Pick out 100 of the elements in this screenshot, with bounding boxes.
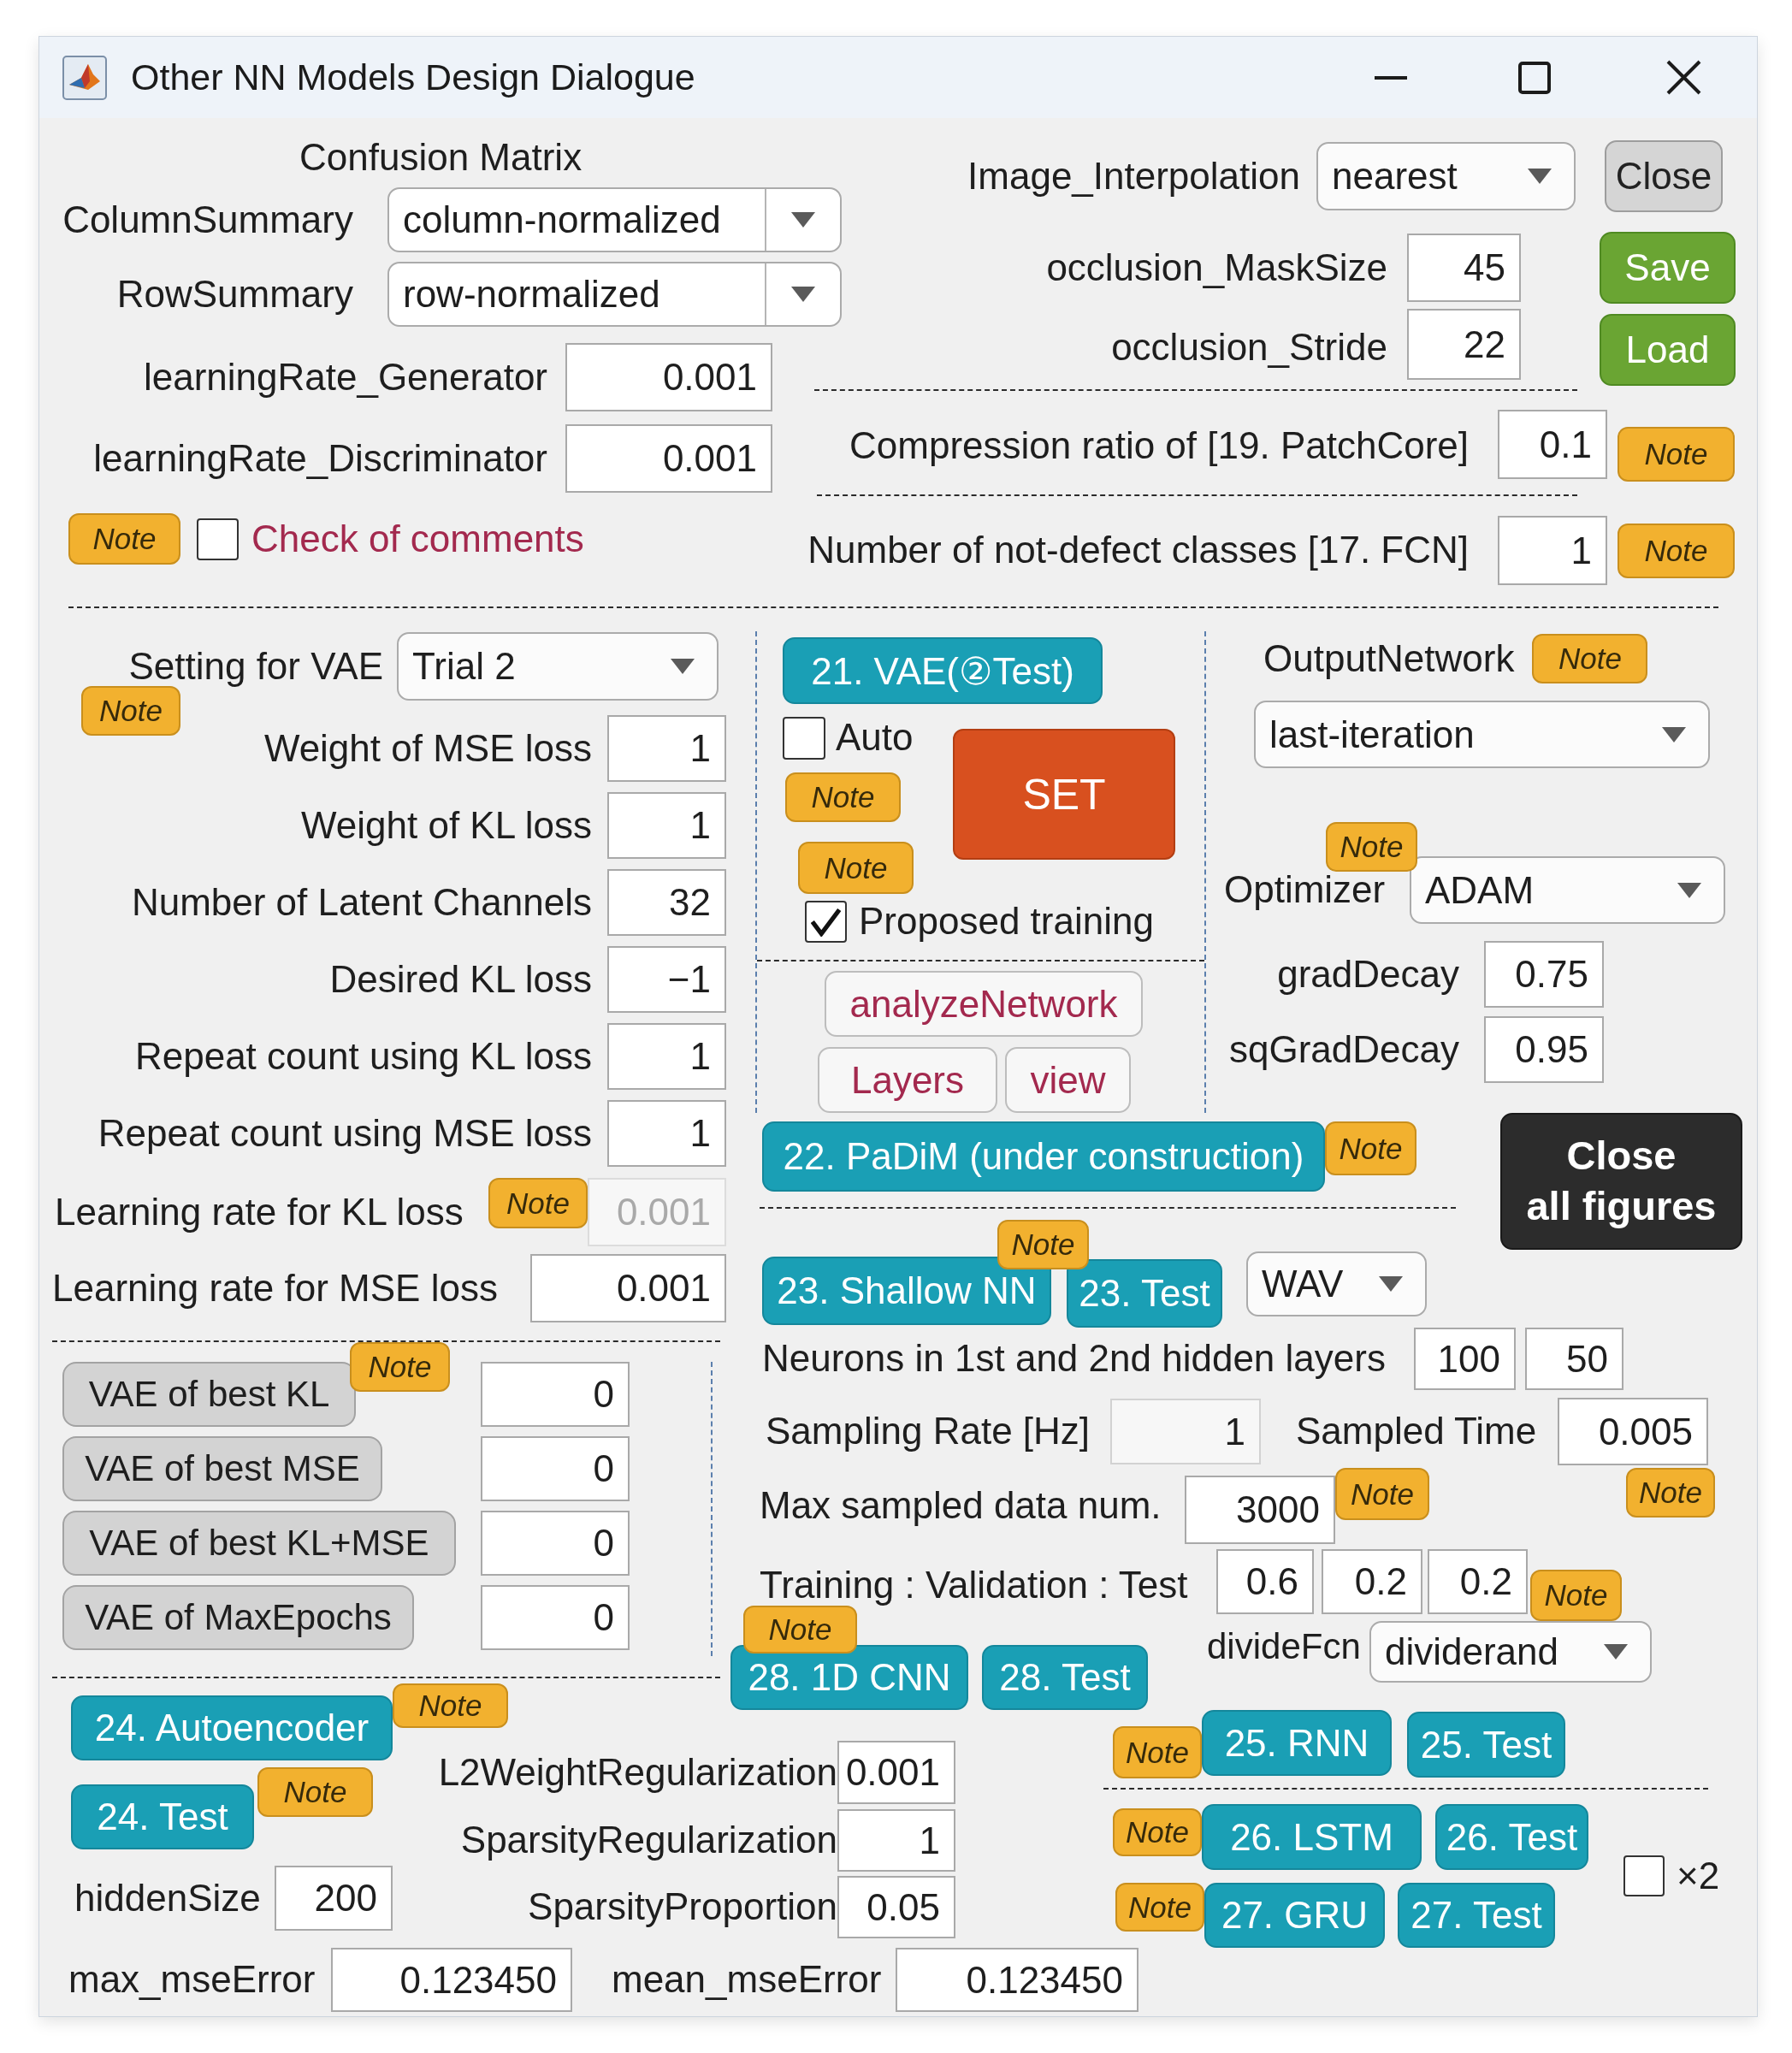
input-field[interactable]: 0.001: [837, 1741, 955, 1804]
input-field[interactable]: −1: [607, 946, 726, 1013]
input-field[interactable]: 1: [607, 1023, 726, 1090]
dropdown[interactable]: last-iteration: [1254, 701, 1710, 768]
field-label: learningRate_Discriminator: [93, 435, 547, 481]
layers-button[interactable]: Layers: [818, 1047, 997, 1113]
dropdown[interactable]: Trial 2: [397, 632, 719, 701]
input-field[interactable]: 0.95: [1484, 1016, 1604, 1083]
input-field[interactable]: 0.123450: [896, 1948, 1138, 2012]
window-title: Other NN Models Design Dialogue: [131, 56, 695, 98]
input-field[interactable]: 0.05: [837, 1876, 955, 1938]
note-button[interactable]: Note: [743, 1606, 857, 1654]
input-field[interactable]: 200: [275, 1866, 393, 1931]
note-button[interactable]: Note: [257, 1767, 373, 1817]
dropdown[interactable]: row-normalized: [387, 262, 842, 327]
input-field[interactable]: 1: [837, 1809, 955, 1872]
input-field[interactable]: 0.001: [565, 343, 772, 411]
field-label: divideFcn: [1207, 1625, 1361, 1668]
peak-logo-icon: [62, 55, 107, 100]
vae-button[interactable]: VAE of best KL+MSE: [62, 1511, 456, 1576]
field-label: ColumnSummary: [62, 197, 353, 242]
field-label: max_mseError: [68, 1957, 316, 2003]
close-all-button[interactable]: Close all figures: [1500, 1113, 1742, 1250]
note-button[interactable]: Note: [1530, 1570, 1622, 1621]
input-field[interactable]: 1: [607, 792, 726, 859]
note-button[interactable]: Note: [798, 842, 914, 894]
field-label: Number of not-defect classes [17. FCN]: [807, 528, 1469, 573]
note-button[interactable]: Note: [68, 513, 180, 565]
field-label: SparsityRegularization: [460, 1818, 837, 1863]
note-button[interactable]: Note: [1115, 1883, 1204, 1932]
input-field[interactable]: 45: [1407, 234, 1521, 302]
field-label: Learning rate for KL loss: [55, 1189, 464, 1234]
note-button[interactable]: Note: [1325, 1121, 1416, 1175]
dropdown[interactable]: column-normalized: [387, 187, 842, 252]
note-button[interactable]: Note: [1618, 523, 1735, 578]
note-button[interactable]: Note: [1113, 1808, 1202, 1856]
dropdown[interactable]: ADAM: [1410, 856, 1725, 924]
input-field[interactable]: 50: [1525, 1328, 1623, 1390]
input-field[interactable]: 0: [481, 1511, 630, 1576]
input-field[interactable]: 0.1: [1498, 410, 1607, 479]
note-button[interactable]: Note: [1326, 822, 1417, 872]
checkbox[interactable]: [805, 901, 847, 943]
analyze-button[interactable]: analyzeNetwork: [825, 971, 1143, 1037]
minimize-icon[interactable]: [1375, 75, 1407, 80]
vae-button[interactable]: VAE of MaxEpochs: [62, 1585, 414, 1650]
input-field[interactable]: 100: [1414, 1328, 1516, 1390]
field-label: Max sampled data num.: [760, 1483, 1162, 1529]
input-field[interactable]: 0: [481, 1585, 630, 1650]
input-field[interactable]: 1: [607, 1100, 726, 1167]
input-field[interactable]: 0: [481, 1436, 630, 1501]
field-label: Number of Latent Channels: [131, 879, 592, 925]
checkbox-label: Check of comments: [251, 516, 584, 561]
set-button[interactable]: SET: [953, 729, 1175, 860]
input-field[interactable]: 0: [481, 1362, 630, 1427]
checkbox[interactable]: [783, 716, 825, 760]
field-label: Weight of KL loss: [301, 802, 592, 848]
input-field[interactable]: 1: [607, 715, 726, 782]
vae-button[interactable]: VAE of best KL: [62, 1362, 356, 1427]
field-label: Setting for VAE: [128, 643, 383, 689]
input-field[interactable]: 1: [1498, 516, 1607, 585]
checkbox[interactable]: [1623, 1855, 1665, 1896]
input-field[interactable]: 0.75: [1484, 941, 1604, 1008]
input-field[interactable]: 0.2: [1322, 1549, 1422, 1614]
note-button[interactable]: Note: [1335, 1468, 1429, 1520]
input-field[interactable]: 0.2: [1428, 1549, 1528, 1614]
field-label: Desired KL loss: [329, 956, 592, 1002]
close-button[interactable]: Close: [1605, 140, 1723, 212]
field-label: SparsityProportion: [528, 1884, 837, 1930]
dropdown[interactable]: nearest: [1316, 142, 1576, 210]
input-field[interactable]: 0.001: [530, 1254, 726, 1322]
section-heading: Confusion Matrix: [299, 134, 583, 180]
checkbox-label: ×2: [1677, 1853, 1720, 1898]
input-field[interactable]: 0.6: [1216, 1549, 1314, 1614]
dropdown[interactable]: WAV: [1246, 1251, 1427, 1316]
caret-icon: [1604, 1644, 1628, 1660]
vae-button[interactable]: VAE of best MSE: [62, 1436, 382, 1501]
dropdown[interactable]: dividerand: [1369, 1621, 1652, 1683]
note-button[interactable]: Note: [1626, 1468, 1715, 1518]
input-field[interactable]: 3000: [1185, 1476, 1335, 1544]
input-field[interactable]: 0.005: [1558, 1398, 1708, 1465]
close-icon[interactable]: [1666, 60, 1701, 95]
input-field[interactable]: 0.001: [565, 424, 772, 493]
maximize-icon[interactable]: [1518, 61, 1551, 94]
note-button[interactable]: Note: [1532, 634, 1648, 683]
input-field[interactable]: 0.123450: [331, 1948, 572, 2012]
field-label: occlusion_MaskSize: [1046, 245, 1387, 290]
note-button[interactable]: Note: [393, 1683, 508, 1728]
input-field[interactable]: 1: [1110, 1399, 1261, 1464]
field-label: gradDecay: [1277, 951, 1459, 997]
note-button[interactable]: Note: [785, 772, 901, 822]
field-label: Repeat count using MSE loss: [98, 1110, 592, 1156]
note-button[interactable]: Note: [81, 686, 180, 736]
input-field[interactable]: 32: [607, 869, 726, 936]
note-button[interactable]: Note: [997, 1220, 1089, 1269]
note-button[interactable]: Note: [1618, 427, 1735, 482]
view-button[interactable]: view: [1005, 1047, 1131, 1113]
checkbox[interactable]: [197, 518, 239, 560]
note-button[interactable]: Note: [350, 1342, 450, 1392]
input-field[interactable]: 22: [1407, 309, 1521, 380]
note-button[interactable]: Note: [1113, 1726, 1202, 1778]
